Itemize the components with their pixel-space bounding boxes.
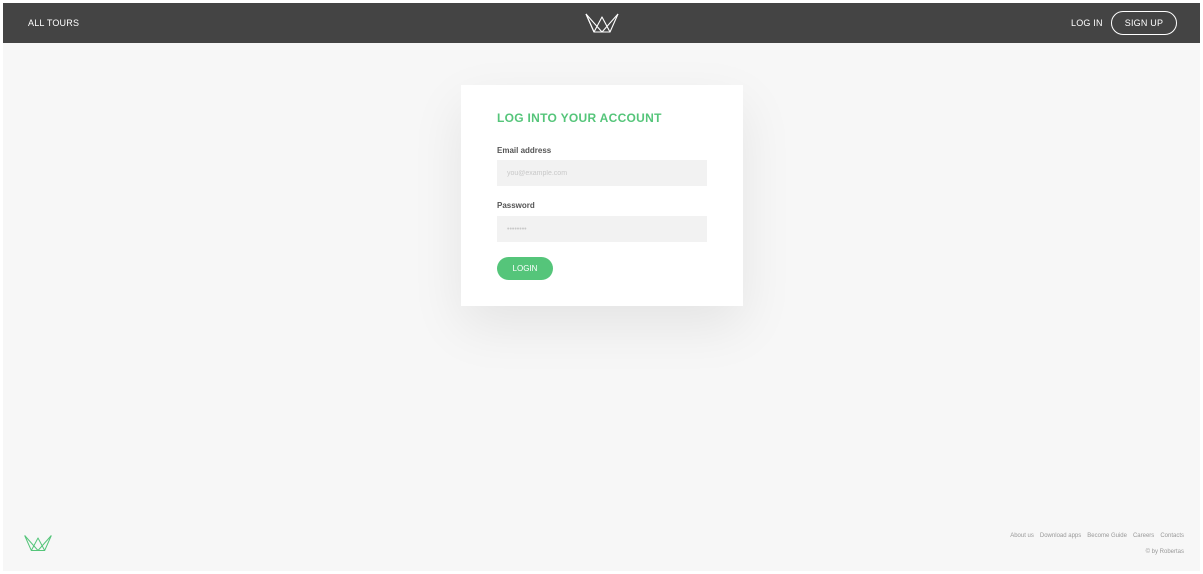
login-card: Log into your account Email address Pass… — [461, 85, 743, 306]
footer-link-become-guide[interactable]: Become Guide — [1087, 533, 1127, 539]
footer-nav: About us Download apps Become Guide Care… — [1010, 533, 1184, 539]
page: All Tours Log in Sign up Log into your a… — [3, 3, 1200, 571]
crown-logo-icon — [24, 535, 52, 551]
email-field[interactable] — [497, 160, 707, 186]
footer-link-contacts[interactable]: Contacts — [1160, 533, 1184, 539]
password-field[interactable] — [497, 216, 707, 242]
footer-link-download[interactable]: Download apps — [1040, 533, 1081, 539]
copyright: © by Robertas — [1145, 549, 1184, 555]
footer-link-careers[interactable]: Careers — [1133, 533, 1154, 539]
top-nav: All Tours Log in Sign up — [3, 3, 1200, 43]
login-link[interactable]: Log in — [1071, 18, 1103, 28]
crown-logo-icon[interactable] — [584, 11, 620, 35]
login-button[interactable]: Login — [497, 257, 553, 280]
login-title: Log into your account — [497, 111, 662, 125]
all-tours-link[interactable]: All Tours — [28, 18, 79, 28]
email-label: Email address — [497, 146, 552, 155]
signup-button[interactable]: Sign up — [1111, 11, 1177, 35]
password-label: Password — [497, 201, 535, 210]
footer-link-about[interactable]: About us — [1010, 533, 1034, 539]
